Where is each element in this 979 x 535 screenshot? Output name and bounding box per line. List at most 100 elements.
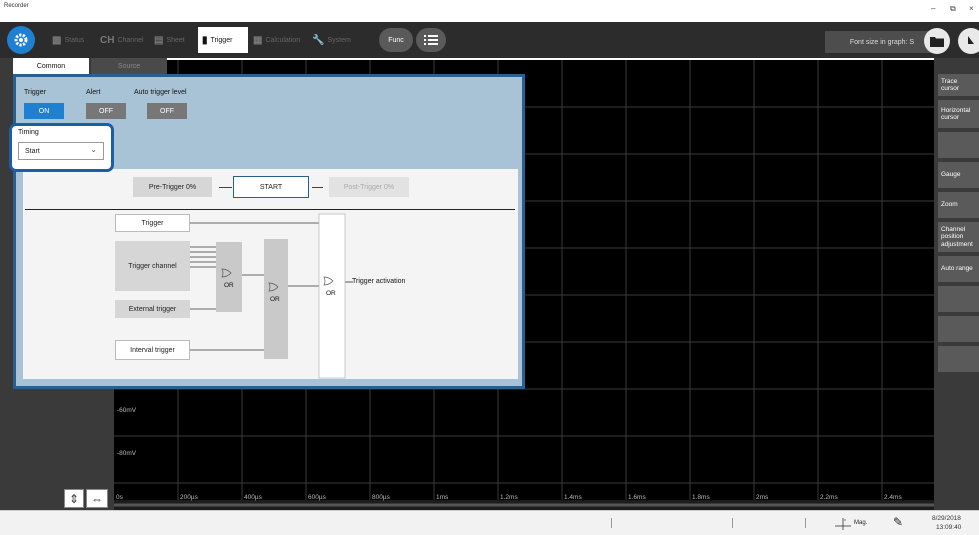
x-label: 1ms [436,494,449,501]
tab-calculation-label: Calculation [265,36,301,44]
app-title: Recorder [4,3,29,9]
trigger-channel-box[interactable]: Trigger channel [115,241,190,291]
x-label: 2.4ms [884,494,902,501]
alert-off-toggle[interactable]: OFF [86,103,126,119]
trigger-icon: ▮ [202,34,208,46]
timing-setting: Timing Start ⌄ [9,123,114,172]
main-toolbar: ▩ Status CH Channel ▤ Sheet ▮ Trigger ▦ … [0,22,979,58]
status-bar: x Mag. ✎ 8/29/2018 13:09:40 [0,510,979,535]
vertical-arrows-icon: ⇕ [68,491,80,506]
gear-icon [14,33,28,47]
trigger-label: Trigger [24,89,46,96]
external-trigger-box[interactable]: External trigger [115,300,190,318]
sheet-icon: ▤ [154,34,164,46]
auto-trigger-level-toggle[interactable]: OFF [147,103,187,119]
or-gate-label-3: OR [326,290,336,297]
horizontal-expand-button[interactable]: ⇔ [86,489,108,508]
x-label: 200µs [180,494,198,501]
trigger-settings-panel: Trigger ON Alert OFF Auto trigger level … [13,74,525,389]
tab-trigger-label: Trigger [210,36,233,44]
vertical-expand-button[interactable]: ⇕ [64,489,84,508]
blank-button-4[interactable] [938,346,979,372]
wrench-icon: 🔧 [312,34,325,46]
magnify-xy-icon: x [835,517,851,530]
x-label: 800µs [372,494,390,501]
timing-dropdown[interactable]: Start ⌄ [18,142,104,160]
post-trigger-button[interactable]: Post-Trigger 0% [329,177,409,197]
y-label-80mv: -80mV [117,450,137,457]
tab-status-label: Status [64,36,85,44]
x-label: 400µs [244,494,262,501]
tab-common[interactable]: Common [13,58,89,74]
tab-trigger[interactable]: ▮ Trigger [198,27,248,53]
status-divider [611,518,612,528]
diagram-wires [190,213,353,379]
zoom-button[interactable]: Zoom [938,192,979,218]
mag-label: Mag. [854,520,868,526]
tab-source[interactable]: Source [91,58,167,74]
tab-system[interactable]: 🔧 System [308,27,355,53]
y-label-60mv: -60mV [117,407,137,414]
open-folder-button[interactable] [924,28,950,54]
minimize-button[interactable]: – [931,4,935,13]
save-button[interactable] [958,28,979,54]
x-label: 2ms [756,494,769,501]
or-gate-label-1: OR [224,282,234,289]
timing-label: Timing [18,129,39,136]
func-button[interactable]: Func [379,28,413,52]
connector-line [312,187,323,188]
x-label: 1.8ms [692,494,710,501]
tab-channel[interactable]: CH Channel [96,27,148,53]
tab-sheet-label: Sheet [166,36,185,44]
auto-range-button[interactable]: Auto range [938,256,979,282]
or-gate-label-2: OR [270,296,280,303]
trigger-diagram: Pre-Trigger 0% START Post-Trigger 0% Tri… [23,169,518,379]
trace-cursor-button[interactable]: Trace cursor [938,74,979,96]
horizontal-arrows-icon: ⇔ [91,491,103,506]
save-arrow-icon [968,36,974,44]
svg-text:x: x [844,517,846,522]
divider [25,209,515,210]
tab-system-label: System [327,36,351,44]
blank-button-3[interactable] [938,316,979,342]
interval-trigger-box[interactable]: Interval trigger [115,340,190,360]
tab-calculation[interactable]: ▦ Calculation [249,27,304,53]
channel-position-adjustment-button[interactable]: Channel position adjustment [938,222,979,252]
list-menu-button[interactable] [416,28,446,52]
gauge-button[interactable]: Gauge [938,162,979,188]
chevron-down-icon: ⌄ [90,145,97,154]
timing-dropdown-value: Start [25,147,40,155]
magnification-indicator[interactable]: x Mag. [835,516,867,530]
channel-icon: CH [100,34,115,46]
x-label: 1.6ms [628,494,646,501]
connector-line [219,187,232,188]
right-side-panel: Trace cursor Horizontal cursor Gauge Zoo… [934,58,979,510]
restore-button[interactable]: ⧉ [950,4,956,14]
tab-status[interactable]: ▩ Status [48,27,88,53]
blank-button-2[interactable] [938,286,979,312]
tab-sheet[interactable]: ▤ Sheet [150,27,189,53]
x-label: 2.2ms [820,494,838,501]
x-label: 1.2ms [500,494,518,501]
close-button[interactable]: × [969,4,974,13]
list-icon [424,35,438,45]
trigger-box[interactable]: Trigger [115,214,190,232]
folder-icon [930,36,944,47]
auto-trigger-level-label: Auto trigger level [134,89,187,96]
pre-trigger-button[interactable]: Pre-Trigger 0% [133,177,212,197]
blank-button-1[interactable] [938,132,979,158]
title-bar: Recorder – ⧉ × [0,0,979,22]
alert-label: Alert [86,89,101,96]
settings-gear-button[interactable] [7,26,35,54]
start-button[interactable]: START [233,176,309,198]
status-divider [805,518,806,528]
pen-icon: ✎ [893,515,904,529]
x-label: 600µs [308,494,326,501]
font-size-button[interactable]: Font size in graph: S [825,31,939,53]
status-time: 13:09:40 [936,524,962,531]
trigger-on-toggle[interactable]: ON [24,103,64,119]
horizontal-cursor-button[interactable]: Horizontal cursor [938,100,979,128]
trigger-activation-label: Trigger activation [352,278,406,285]
status-icon: ▩ [52,34,62,46]
calculation-icon: ▦ [253,34,263,46]
